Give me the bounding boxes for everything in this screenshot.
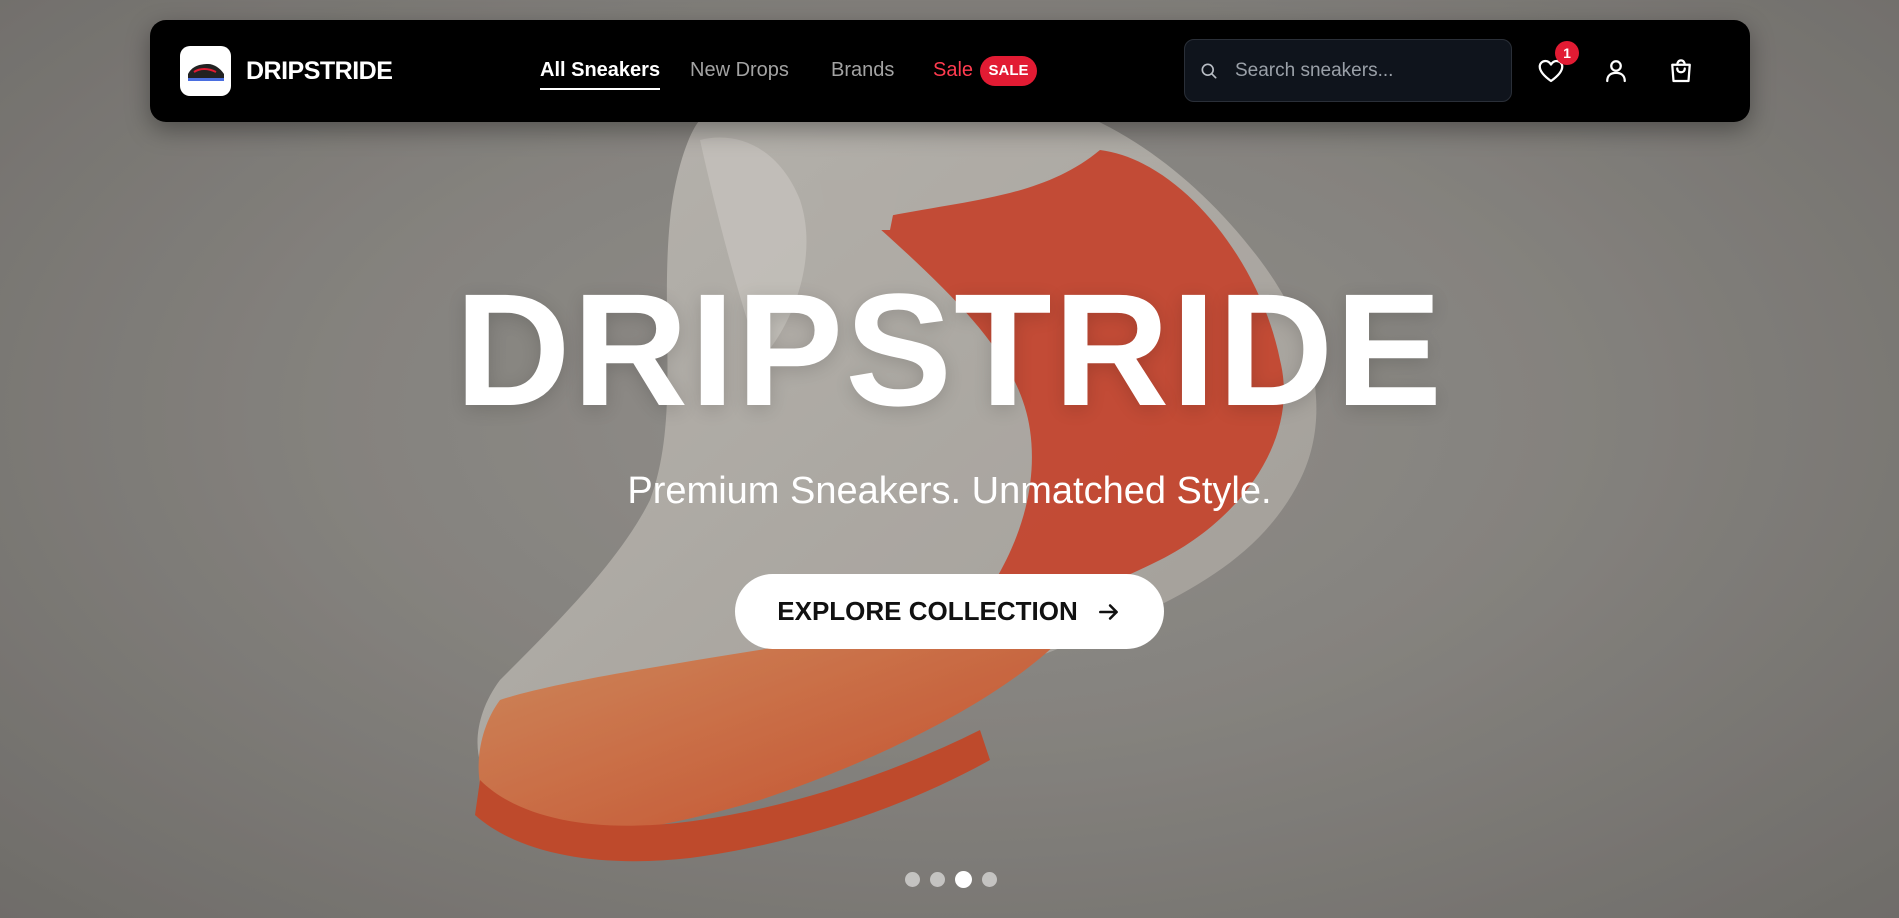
carousel-dot[interactable] [955, 871, 972, 888]
search-input[interactable] [1235, 40, 1505, 101]
account-button[interactable] [1601, 56, 1631, 86]
shopping-bag-icon [1671, 59, 1691, 83]
brand-name[interactable]: DRIPSTRIDE [246, 57, 393, 86]
sneaker-logo-icon [188, 64, 224, 81]
nav-link-all-sneakers[interactable]: All Sneakers [540, 59, 661, 90]
carousel-pagination [905, 871, 997, 888]
sale-badge: SALE [980, 56, 1037, 86]
user-icon [1606, 60, 1626, 83]
carousel-dot[interactable] [930, 872, 945, 887]
carousel-dot[interactable] [905, 872, 920, 887]
cart-button[interactable] [1666, 56, 1696, 86]
search-icon [1201, 63, 1217, 79]
nav-link-brands[interactable]: Brands [831, 59, 894, 82]
nav-link-sale[interactable]: Sale [933, 59, 973, 82]
hero-subtitle: Premium Sneakers. Unmatched Style. [627, 470, 1272, 512]
brand-logo[interactable] [180, 46, 231, 96]
nav-link-new-drops[interactable]: New Drops [690, 59, 789, 82]
arrow-right-icon [1098, 603, 1118, 620]
hero-banner [0, 0, 1899, 918]
top-navbar: DRIPSTRIDE All Sneakers New Drops Brands… [150, 20, 1750, 122]
hero-title: DRIPSTRIDE [455, 260, 1444, 439]
carousel-dot[interactable] [982, 872, 997, 887]
explore-collection-button[interactable]: EXPLORE COLLECTION [735, 574, 1164, 649]
cta-label: EXPLORE COLLECTION [777, 596, 1078, 626]
search-bar [1184, 39, 1512, 102]
wishlist-count-badge: 1 [1555, 41, 1579, 65]
